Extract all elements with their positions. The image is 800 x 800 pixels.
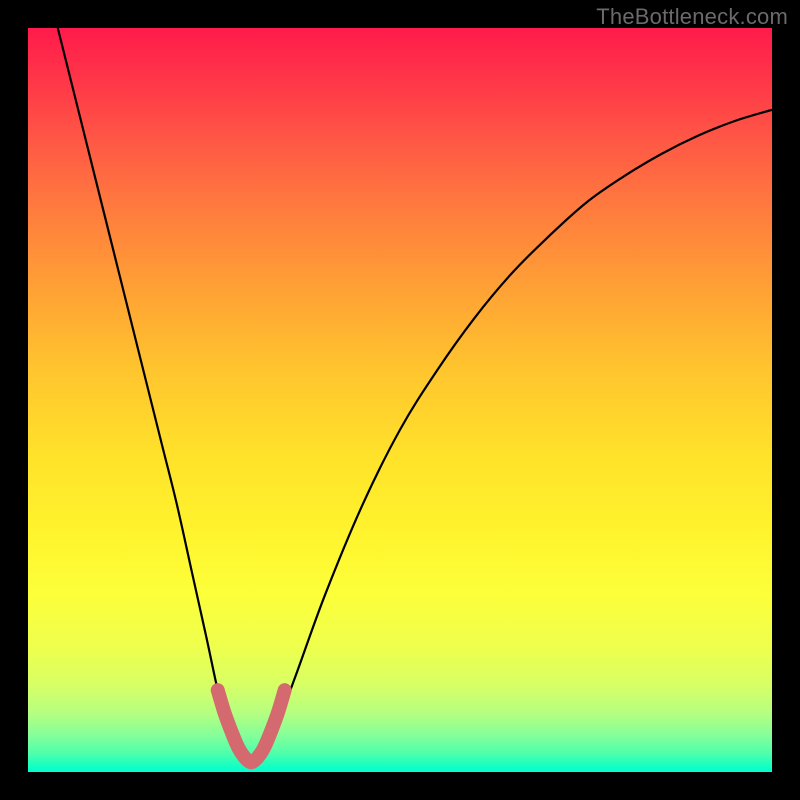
chart-frame bbox=[28, 28, 772, 772]
highlight-valley bbox=[218, 690, 285, 762]
watermark-text: TheBottleneck.com bbox=[596, 4, 788, 30]
bottleneck-curve bbox=[58, 28, 772, 762]
chart-svg bbox=[28, 28, 772, 772]
